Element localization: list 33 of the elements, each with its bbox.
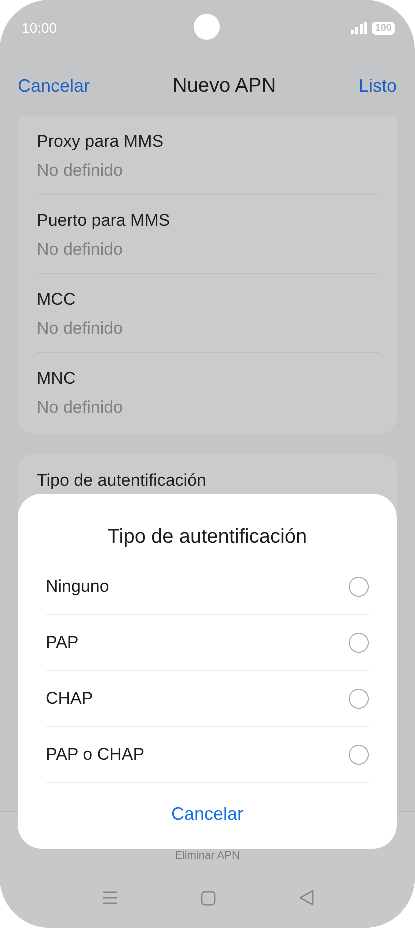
back-icon[interactable] bbox=[298, 890, 314, 906]
cancel-button[interactable]: Cancelar bbox=[171, 804, 244, 825]
camera-hole bbox=[194, 14, 220, 40]
dialog-title: Tipo de autentificación bbox=[106, 526, 308, 549]
field-value: No definido bbox=[37, 319, 124, 339]
radio-button[interactable] bbox=[349, 632, 369, 652]
option-label: CHAP bbox=[46, 688, 94, 708]
field-value: No definido bbox=[37, 398, 124, 418]
home-icon[interactable] bbox=[200, 890, 216, 906]
radio-button[interactable] bbox=[349, 576, 369, 596]
status-time: 10:00 bbox=[22, 20, 58, 36]
radio-button[interactable] bbox=[349, 688, 369, 708]
option-label: PAP o CHAP bbox=[46, 744, 145, 764]
option-label: Ninguno bbox=[46, 576, 110, 596]
signal-icon bbox=[351, 22, 368, 34]
menu-icon[interactable] bbox=[102, 891, 118, 905]
option-row[interactable]: CHAP bbox=[46, 671, 369, 727]
option-row[interactable]: PAP o CHAP bbox=[46, 727, 369, 783]
battery-level: 100 bbox=[372, 22, 395, 34]
field-label: Tipo de autentificación bbox=[37, 471, 206, 490]
cancel-link[interactable]: Cancelar bbox=[18, 76, 90, 96]
field-value: No definido bbox=[37, 240, 124, 260]
field-label: Puerto para MMS bbox=[37, 211, 172, 231]
option-row[interactable]: PAP bbox=[46, 615, 369, 671]
field-label: MNC bbox=[37, 369, 77, 389]
field-label: Proxy para MMS bbox=[37, 132, 165, 152]
screen-title: Nuevo APN bbox=[172, 74, 276, 98]
field-label: MCC bbox=[37, 290, 77, 310]
option-label: PAP bbox=[46, 632, 79, 652]
done-link[interactable]: Listo bbox=[358, 76, 397, 96]
option-row[interactable]: Ninguno bbox=[46, 559, 369, 615]
field-value: No definido bbox=[37, 161, 124, 181]
radio-button[interactable] bbox=[349, 744, 369, 764]
